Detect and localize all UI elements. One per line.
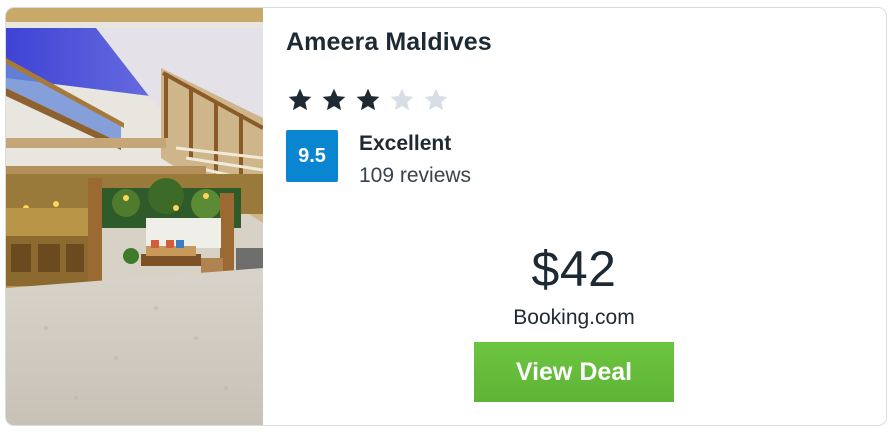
review-count[interactable]: 109 reviews [359,164,471,188]
view-deal-button[interactable]: View Deal [474,342,674,402]
star-empty-icon [424,88,448,111]
hotel-photo[interactable] [6,8,263,425]
star-filled-icon [356,88,380,111]
hotel-card[interactable]: Ameera Maldives 9.5 Excellent 109 review… [5,7,887,426]
deal-price: $42 [531,241,617,297]
hotel-lobby-photo [6,8,263,425]
star-empty-icon [390,88,414,111]
hotel-name[interactable]: Ameera Maldives [286,28,492,57]
star-filled-icon [288,88,312,111]
rating-score-badge: 9.5 [286,130,338,182]
deal-provider: Booking.com [513,306,635,329]
star-rating [287,87,449,113]
guest-rating: 9.5 Excellent 109 reviews [286,130,471,188]
hotel-info: Ameera Maldives 9.5 Excellent 109 review… [263,8,886,425]
star-filled-icon [322,88,346,111]
rating-text: Excellent 109 reviews [359,130,471,188]
rating-label: Excellent [359,132,452,155]
